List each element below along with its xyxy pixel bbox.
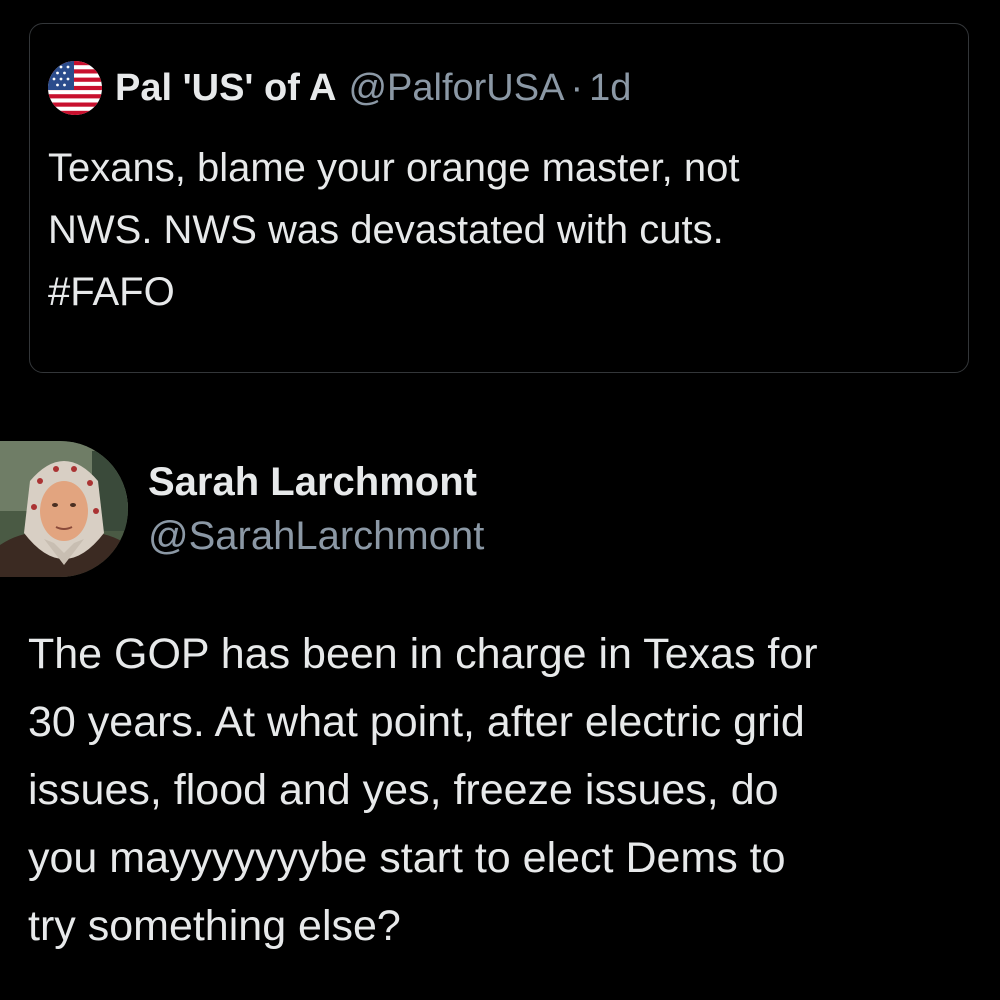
quoted-tweet-header: Pal 'US' of A @PalforUSA · 1d bbox=[48, 61, 631, 115]
quoted-tweet-text: Texans, blame your orange master, not NW… bbox=[48, 146, 740, 314]
profile-avatar[interactable] bbox=[0, 441, 128, 577]
quoted-tweet-card[interactable]: Pal 'US' of A @PalforUSA · 1d Texans, bl… bbox=[29, 23, 969, 373]
author-display-name[interactable]: Sarah Larchmont bbox=[148, 455, 484, 509]
tweet-text: The GOP has been in charge in Texas for … bbox=[28, 630, 818, 950]
tweet-author: Sarah Larchmont @SarahLarchmont bbox=[0, 441, 484, 577]
quoted-display-name[interactable]: Pal 'US' of A bbox=[115, 67, 336, 110]
dot-separator: · bbox=[570, 66, 584, 109]
author-handle[interactable]: @SarahLarchmont bbox=[148, 509, 484, 563]
quoted-handle[interactable]: @PalforUSA bbox=[348, 67, 564, 110]
us-flag-icon[interactable] bbox=[48, 61, 102, 115]
quoted-timestamp[interactable]: 1d bbox=[589, 67, 631, 110]
